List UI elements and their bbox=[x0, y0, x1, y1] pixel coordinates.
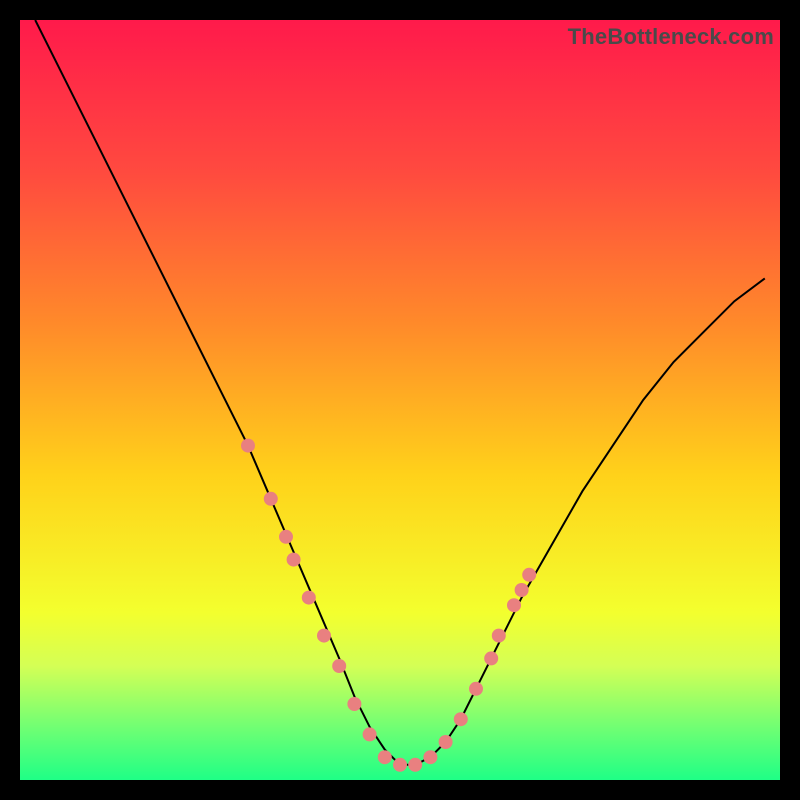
highlight-dot bbox=[454, 712, 468, 726]
highlight-dot bbox=[515, 583, 529, 597]
highlight-dot bbox=[332, 659, 346, 673]
highlight-dot bbox=[287, 553, 301, 567]
highlight-dot bbox=[393, 758, 407, 772]
highlight-dot bbox=[363, 727, 377, 741]
watermark-text: TheBottleneck.com bbox=[568, 24, 774, 50]
highlight-dot bbox=[347, 697, 361, 711]
highlight-dot bbox=[408, 758, 422, 772]
highlight-dot bbox=[264, 492, 278, 506]
highlight-dot bbox=[484, 651, 498, 665]
highlight-dot bbox=[317, 629, 331, 643]
highlight-dot bbox=[241, 439, 255, 453]
bottleneck-chart bbox=[20, 20, 780, 780]
highlight-dot bbox=[469, 682, 483, 696]
chart-frame: TheBottleneck.com bbox=[20, 20, 780, 780]
gradient-background bbox=[20, 20, 780, 780]
highlight-dot bbox=[507, 598, 521, 612]
highlight-dot bbox=[378, 750, 392, 764]
highlight-dot bbox=[439, 735, 453, 749]
highlight-dot bbox=[302, 591, 316, 605]
highlight-dot bbox=[279, 530, 293, 544]
highlight-dot bbox=[492, 629, 506, 643]
highlight-dot bbox=[423, 750, 437, 764]
highlight-dot bbox=[522, 568, 536, 582]
